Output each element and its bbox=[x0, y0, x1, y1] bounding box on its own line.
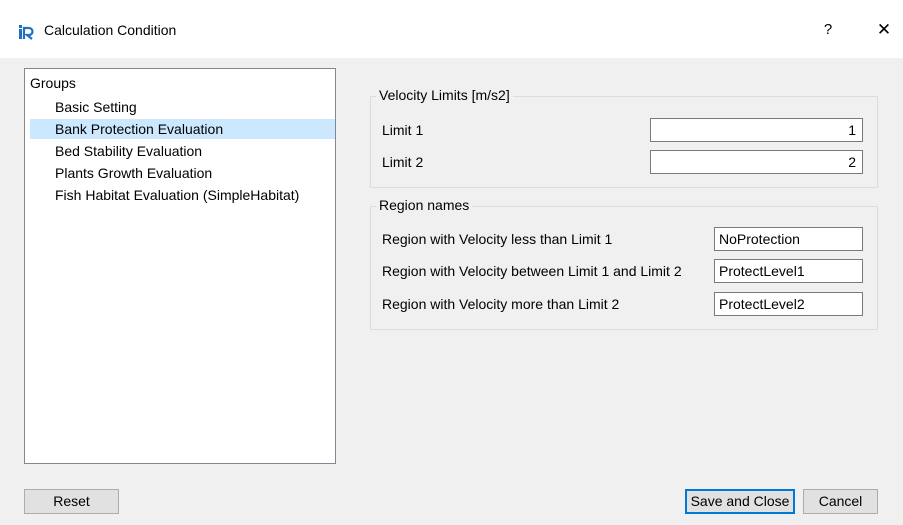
region-between-label: Region with Velocity between Limit 1 and… bbox=[382, 263, 682, 279]
limit1-input[interactable] bbox=[650, 118, 863, 142]
save-and-close-button[interactable]: Save and Close bbox=[685, 489, 795, 514]
region-less-input[interactable] bbox=[714, 227, 863, 251]
title-bar: Calculation Condition ? ✕ bbox=[0, 0, 903, 58]
region-more-label: Region with Velocity more than Limit 2 bbox=[382, 296, 620, 312]
region-between-input[interactable] bbox=[714, 259, 863, 283]
velocity-limits-title: Velocity Limits [m/s2] bbox=[376, 87, 513, 103]
tree-item-basic-setting[interactable]: Basic Setting bbox=[30, 97, 335, 117]
limit1-label: Limit 1 bbox=[382, 122, 424, 138]
help-button[interactable]: ? bbox=[816, 18, 840, 42]
tree-item-bed-stability[interactable]: Bed Stability Evaluation bbox=[30, 141, 335, 161]
tree-root-groups[interactable]: Groups bbox=[30, 75, 76, 91]
window-title: Calculation Condition bbox=[44, 22, 177, 38]
tree-item-bank-protection[interactable]: Bank Protection Evaluation bbox=[30, 119, 335, 139]
tree-item-fish-habitat[interactable]: Fish Habitat Evaluation (SimpleHabitat) bbox=[30, 185, 335, 205]
close-button[interactable]: ✕ bbox=[872, 18, 896, 42]
velocity-limits-group bbox=[370, 96, 878, 188]
reset-button[interactable]: Reset bbox=[24, 489, 119, 514]
region-less-label: Region with Velocity less than Limit 1 bbox=[382, 231, 613, 247]
cancel-button[interactable]: Cancel bbox=[803, 489, 878, 514]
iric-logo-icon bbox=[18, 24, 34, 40]
groups-tree[interactable]: Groups Basic Setting Bank Protection Eva… bbox=[24, 68, 336, 464]
limit2-input[interactable] bbox=[650, 150, 863, 174]
region-names-title: Region names bbox=[376, 197, 473, 213]
region-more-input[interactable] bbox=[714, 292, 863, 316]
limit2-label: Limit 2 bbox=[382, 154, 424, 170]
tree-item-plants-growth[interactable]: Plants Growth Evaluation bbox=[30, 163, 335, 183]
